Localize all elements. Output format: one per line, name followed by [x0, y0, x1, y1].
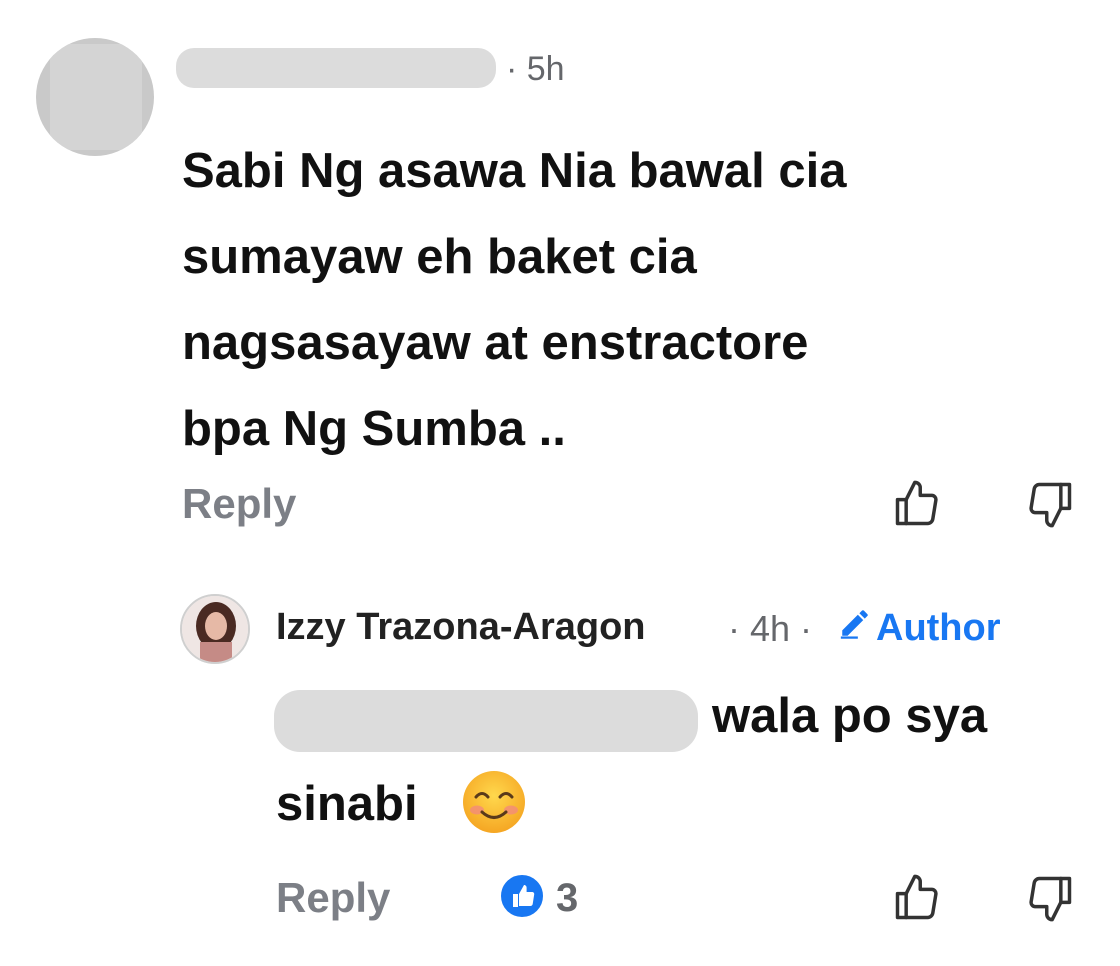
thumbs-down-icon[interactable]	[1024, 872, 1076, 929]
commenter-avatar[interactable]	[36, 38, 154, 156]
author-badge: Author	[838, 606, 1001, 650]
reaction-summary[interactable]: 3	[498, 872, 578, 925]
comment-timestamp: · 5h	[506, 50, 565, 88]
reply-text-line1: wala po sya	[712, 689, 988, 743]
reply-button[interactable]: Reply	[182, 480, 296, 528]
smiling-face-emoji	[460, 768, 528, 841]
reply-timestamp: · 4h ·	[728, 608, 813, 649]
author-avatar[interactable]	[180, 594, 250, 664]
author-name[interactable]: Izzy Trazona-Aragon	[276, 606, 646, 649]
comment-text: Sabi Ng asawa Nia bawal cia sumayaw eh b…	[182, 144, 847, 456]
thumbs-up-icon[interactable]	[891, 872, 943, 929]
reply-button[interactable]: Reply	[276, 874, 390, 922]
reaction-count: 3	[556, 876, 579, 920]
like-reaction-icon	[498, 872, 546, 925]
mention-redacted[interactable]	[274, 690, 698, 752]
pencil-icon	[838, 606, 872, 650]
thumbs-up-icon[interactable]	[891, 478, 943, 535]
commenter-name-redacted[interactable]	[176, 48, 496, 88]
thumbs-down-icon[interactable]	[1024, 478, 1076, 535]
reply-text-line2: sinabi	[276, 777, 418, 831]
author-badge-label: Author	[876, 606, 1001, 649]
